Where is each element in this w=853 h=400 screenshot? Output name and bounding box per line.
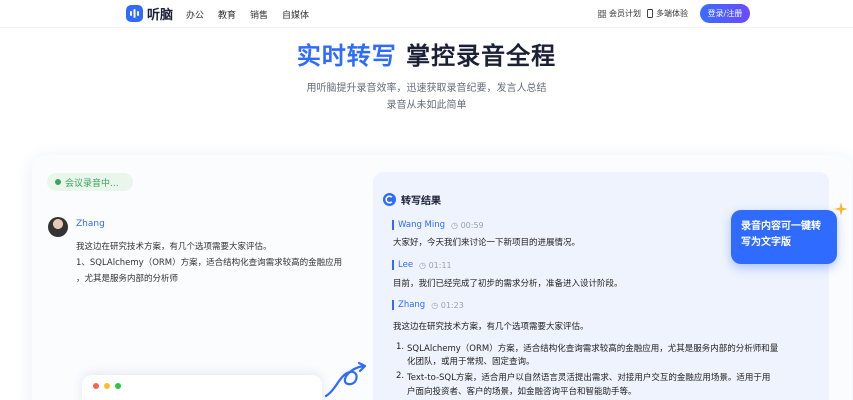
- hero-title-rest: 掌控录音全程: [406, 42, 557, 70]
- nav-item-media[interactable]: 自媒体: [282, 8, 309, 21]
- transcript-speaker: Lee ◷ 01:11: [392, 260, 452, 270]
- window-controls: [93, 383, 121, 389]
- timestamp: ◷ 01:11: [419, 261, 452, 270]
- timestamp: ◷ 00:59: [451, 221, 484, 230]
- transcript-text: 大家好，今天我们来讨论一下新项目的进展情况。: [393, 238, 581, 248]
- recorder-mini-window: [82, 375, 322, 400]
- list-item-text: 化团队，或用于常规、固定查询。: [407, 357, 535, 367]
- grid-icon: [598, 9, 606, 18]
- sparkle-icon: [834, 202, 848, 216]
- speech-line: 1、SQLAlchemy（ORM）方案，适合结构化查询需求较高的金融应用: [76, 258, 343, 268]
- close-dot-icon[interactable]: [93, 383, 99, 389]
- logo[interactable]: 听脑: [126, 4, 173, 23]
- clock-icon: ◷: [451, 220, 459, 230]
- hero-title: 实时转写 掌控录音全程: [0, 36, 853, 71]
- multi-device-label: 多端体验: [656, 9, 688, 18]
- hero-subtitle: 用听脑提升录音效率，迅速获取录音纪要，发言人总结 录音从未如此简单: [300, 80, 553, 114]
- membership-link[interactable]: 会员计划: [598, 8, 641, 19]
- transcript-title: 转写结果: [401, 196, 441, 207]
- membership-label: 会员计划: [609, 9, 641, 18]
- speaker-name: Zhang: [398, 300, 426, 310]
- multi-device-link[interactable]: 多端体验: [647, 8, 688, 19]
- speaker-name: Wang Ming: [398, 220, 446, 230]
- list-item-number: 1.: [396, 342, 405, 352]
- timestamp: ◷ 01:23: [431, 301, 464, 310]
- list-item-number: 2.: [396, 371, 405, 381]
- clock-icon: ◷: [431, 300, 439, 310]
- login-button[interactable]: 登录/注册: [700, 4, 750, 23]
- phone-icon: [647, 9, 653, 18]
- logo-icon: [126, 5, 143, 22]
- list-item-text: 户面向投资者、客户的场景，如金融咨询平台和智能助手等。: [407, 387, 637, 397]
- transcript-logo-icon: [383, 193, 396, 206]
- timestamp-value: 01:23: [440, 300, 464, 310]
- tooltip-line1: 录音内容可一键转: [741, 221, 821, 232]
- timestamp-value: 01:11: [428, 260, 452, 270]
- tooltip-line2: 写为文字版: [741, 237, 791, 248]
- speech-line: ，尤其是服务内部的分析师: [76, 274, 179, 284]
- logo-text: 听脑: [147, 8, 174, 23]
- recording-status-label: 会议录音中...: [65, 178, 119, 189]
- minimize-dot-icon[interactable]: [104, 383, 110, 389]
- nav-item-office[interactable]: 办公: [186, 8, 204, 21]
- list-item-text: SQLAlchemy（ORM）方案，适合结构化查询需求较高的金融应用，尤其是服务…: [407, 344, 779, 354]
- hero-title-accent: 实时转写: [296, 42, 397, 70]
- feature-tooltip: 录音内容可一键转 写为文字版: [731, 210, 837, 264]
- main-nav: 办公 教育 销售 自媒体: [186, 8, 309, 21]
- speech-line: 我这边在研究技术方案，有几个选项需要大家评估。: [76, 242, 272, 252]
- hero-subtitle-line1: 用听脑提升录音效率，迅速获取录音纪要，发言人总结: [306, 83, 547, 94]
- nav-item-education[interactable]: 教育: [218, 8, 236, 21]
- transcript-speaker: Zhang ◷ 01:23: [392, 300, 464, 310]
- recording-dot-icon: [55, 179, 61, 185]
- maximize-dot-icon[interactable]: [115, 383, 121, 389]
- speaker-name: Zhang: [76, 219, 105, 229]
- timestamp-value: 00:59: [460, 220, 484, 230]
- clock-icon: ◷: [419, 260, 427, 270]
- transcript-header: 转写结果: [383, 192, 441, 207]
- nav-item-sales[interactable]: 销售: [250, 8, 268, 21]
- top-bar: 听脑 办公 教育 销售 自媒体 会员计划 多端体验 登录/注册: [0, 0, 853, 28]
- transcript-text: 目前，我们已经完成了初步的需求分析，准备进入设计阶段。: [393, 279, 623, 289]
- avatar: [48, 217, 68, 237]
- hero-subtitle-line2: 录音从未如此简单: [386, 100, 467, 111]
- list-item-text: Text-to-SQL方案，适合用户以自然语言灵活提出需求、对接用户交互的金融应…: [407, 373, 771, 383]
- transcript-speaker: Wang Ming ◷ 00:59: [392, 220, 484, 230]
- swirl-arrow-icon: [324, 361, 367, 398]
- transcript-text: 我这边在研究技术方案，有几个选项需要大家评估。: [393, 322, 589, 332]
- recording-status-chip: 会议录音中...: [47, 173, 133, 191]
- speaker-name: Lee: [398, 260, 414, 270]
